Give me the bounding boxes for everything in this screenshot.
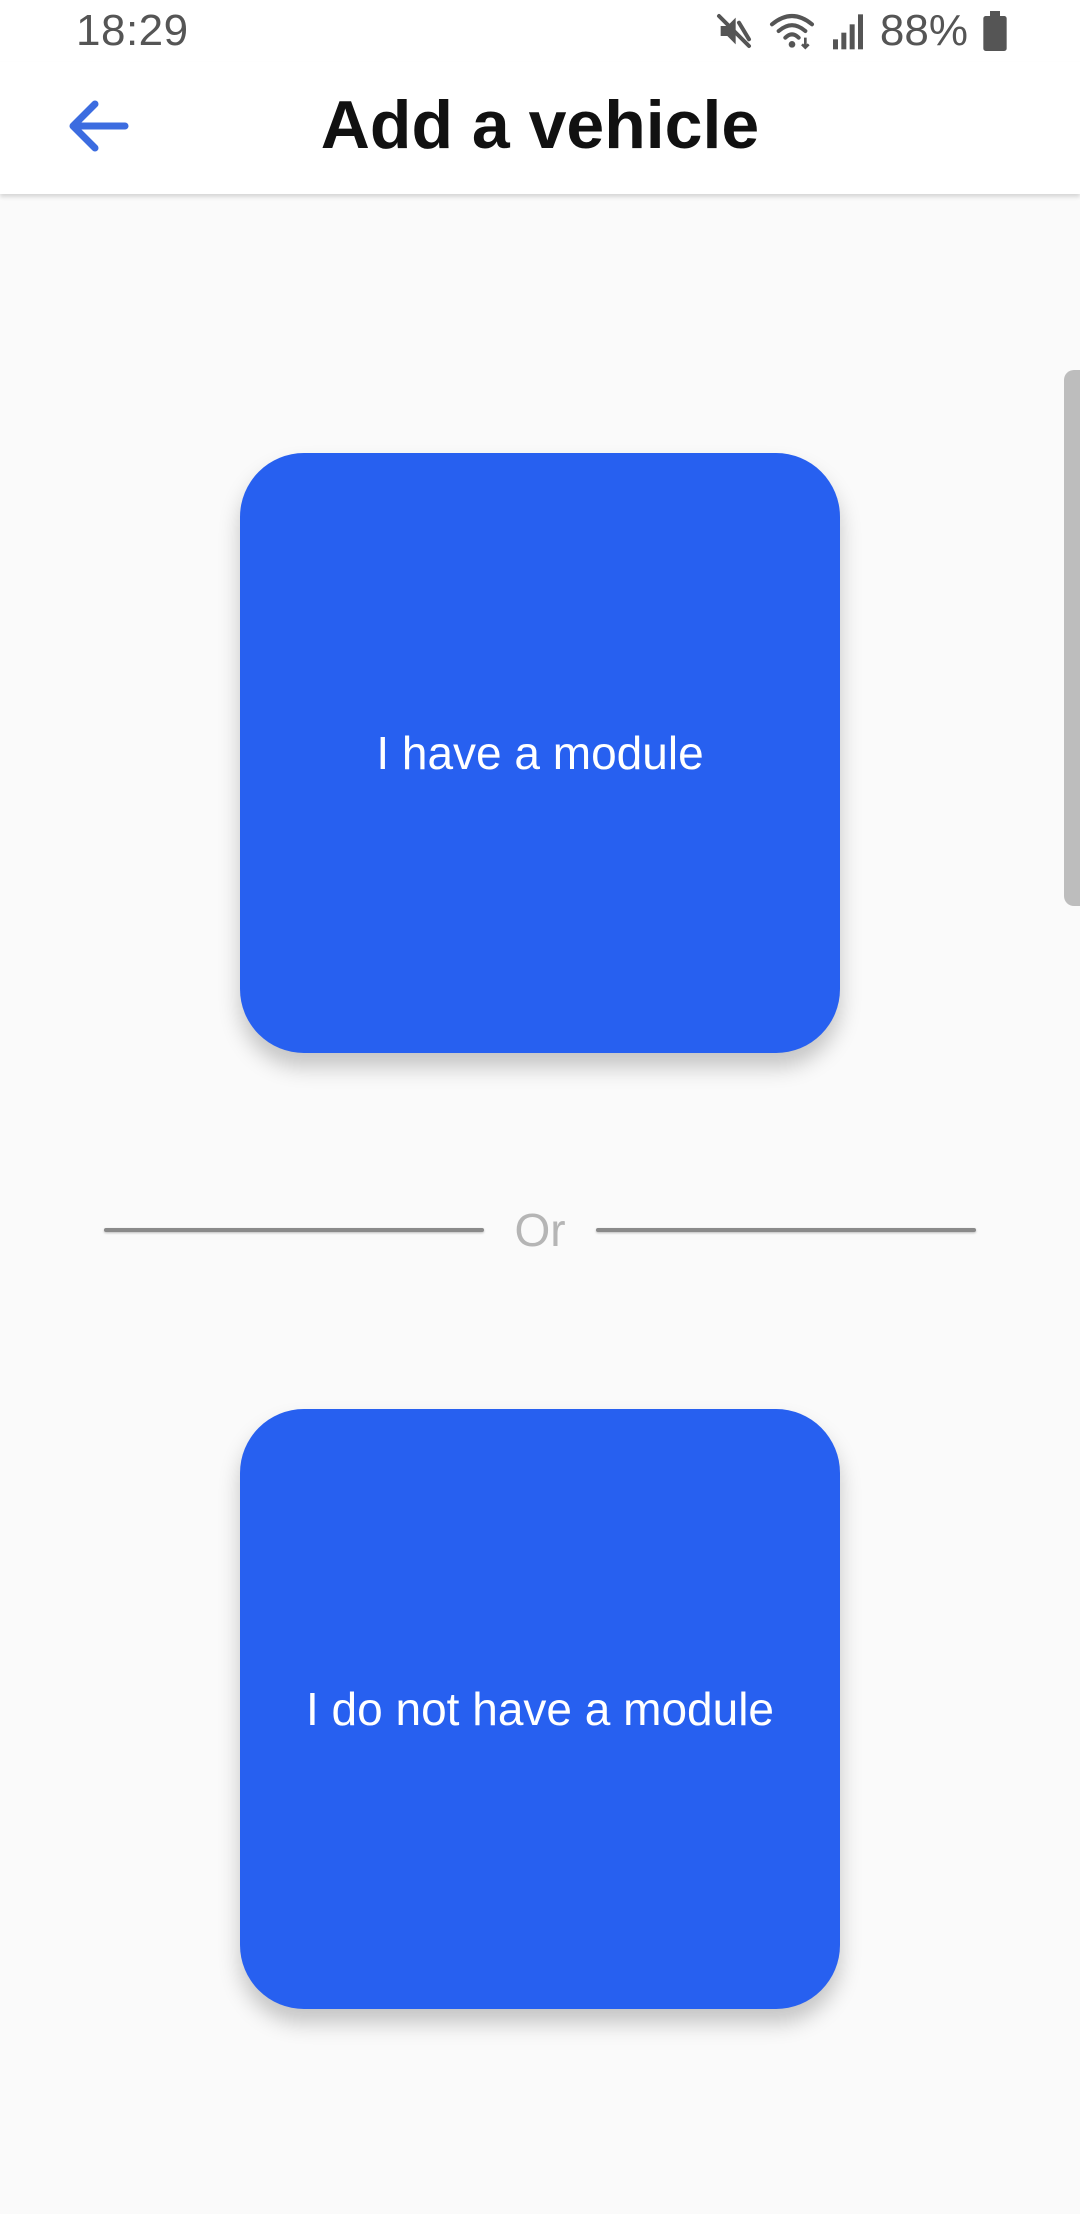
battery-icon (982, 11, 1008, 51)
status-icons: 88% (714, 6, 1008, 55)
status-bar: 18:29 88% (0, 0, 1080, 62)
battery-percent: 88% (879, 6, 968, 55)
scrollbar[interactable] (1064, 370, 1080, 906)
have-module-label: I have a module (376, 727, 704, 779)
status-time: 18:29 (76, 6, 189, 55)
divider-line-right (596, 1228, 976, 1232)
no-module-label: I do not have a module (306, 1683, 774, 1735)
have-module-button[interactable]: I have a module (240, 453, 840, 1053)
app-header: Add a vehicle (0, 62, 1080, 194)
mute-icon (714, 11, 754, 51)
or-divider: Or (104, 1200, 976, 1260)
wifi-icon (768, 11, 816, 51)
no-module-button[interactable]: I do not have a module (240, 1409, 840, 2009)
add-vehicle-screen: 18:29 88% Add a vehicle I have a module … (0, 0, 1080, 2214)
signal-icon (830, 11, 866, 51)
page-title: Add a vehicle (320, 87, 760, 163)
